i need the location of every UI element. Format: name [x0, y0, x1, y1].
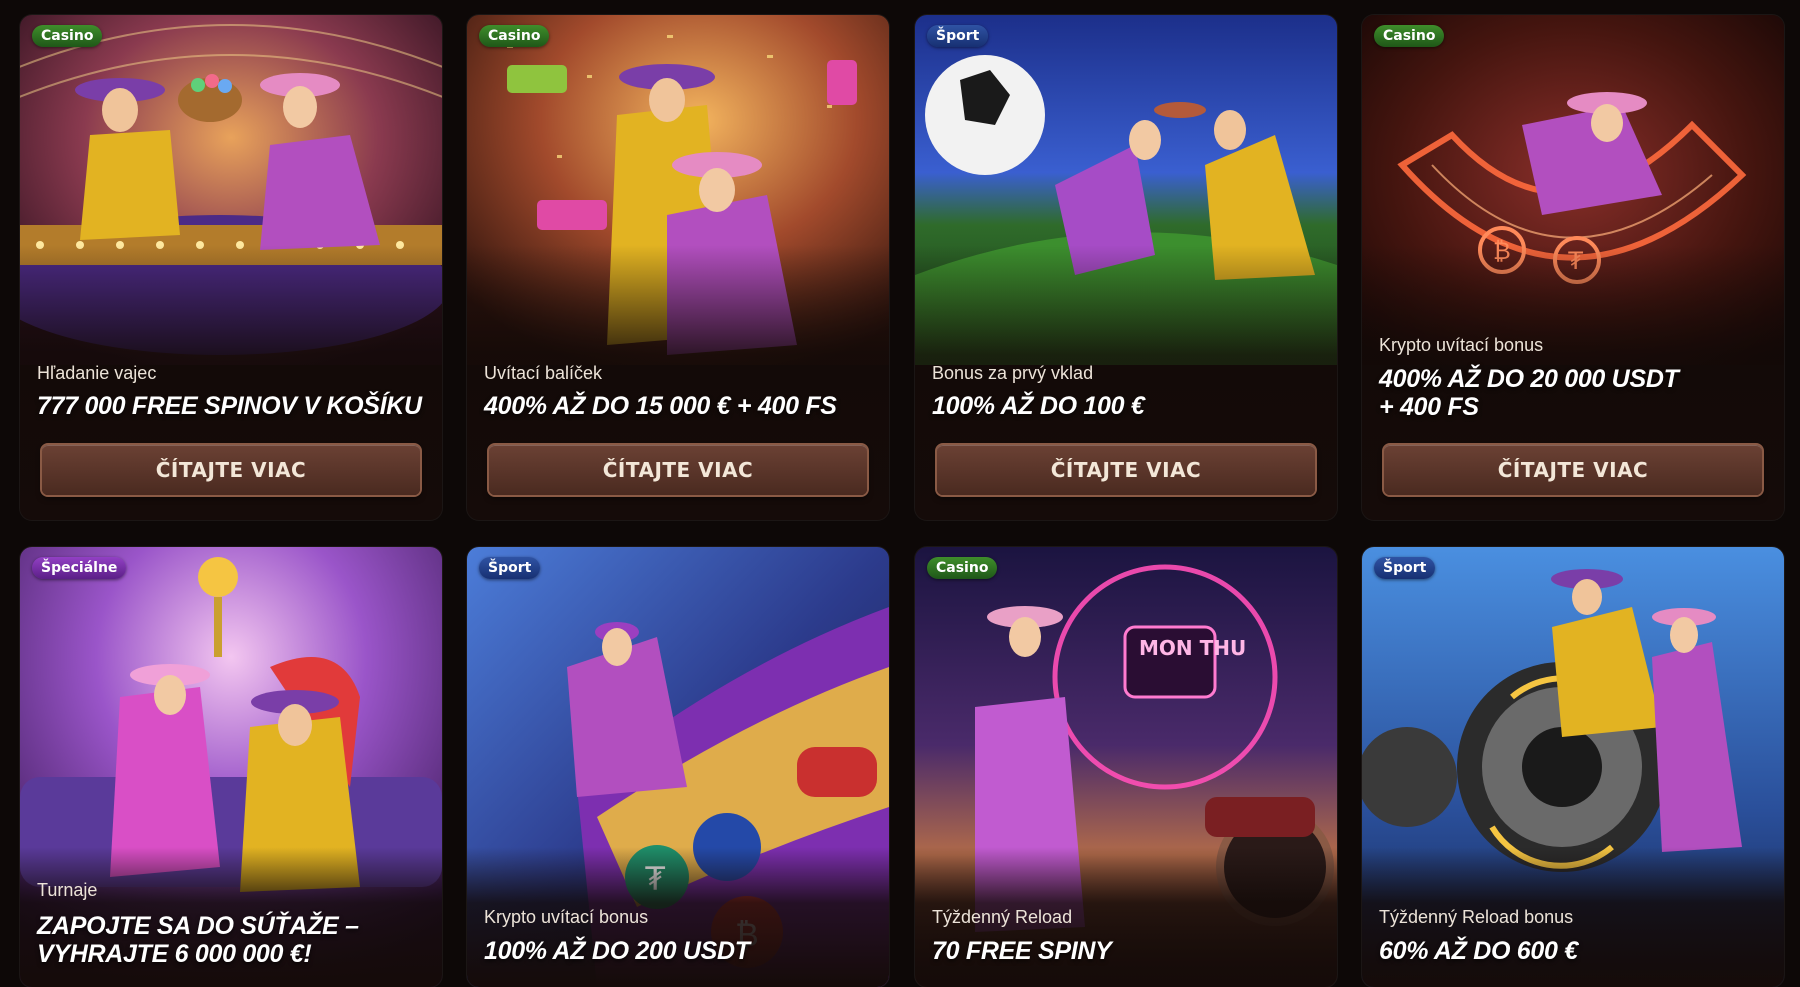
- promo-card-egg-hunt[interactable]: Casino Hľadanie vajec 777 000 FREE SPINO…: [20, 15, 442, 520]
- promo-subtitle: Krypto uvítací bonus: [484, 907, 649, 927]
- neon-sign-text: MON THU: [1139, 636, 1246, 660]
- read-more-button[interactable]: ČÍTAJTE VIAC: [42, 445, 420, 495]
- promo-subtitle: Týždenný Reload: [932, 907, 1073, 927]
- promo-card-crypto-welcome[interactable]: ₿ ₮ Casino Krypto uvítací bonus 400% AŽ …: [1362, 15, 1784, 520]
- promo-subtitle: Krypto uvítací bonus: [1379, 335, 1544, 355]
- promo-headline: 70 FREE SPINY: [932, 937, 1112, 965]
- promo-headline: 400% AŽ DO 20 000 USDT + 400 FS: [1379, 365, 1770, 421]
- read-more-button[interactable]: ČÍTAJTE VIAC: [937, 445, 1315, 495]
- promo-subtitle: Bonus za prvý vklad: [932, 363, 1094, 383]
- promo-headline: 777 000 FREE SPINOV V KOŠÍKU: [37, 392, 422, 420]
- promo-card-sport-crypto-welcome[interactable]: ₮ ₿ Šport Krypto uvítací bonus 100% AŽ D…: [467, 547, 889, 987]
- promo-headline-line: 400% AŽ DO 20 000 USDT: [1379, 365, 1679, 393]
- promo-headline: 100% AŽ DO 100 €: [932, 392, 1145, 420]
- promo-headline: 400% AŽ DO 15 000 € + 400 FS: [484, 392, 837, 420]
- category-badge: Šport: [927, 25, 989, 47]
- promotions-grid: Casino Hľadanie vajec 777 000 FREE SPINO…: [20, 15, 1800, 987]
- category-badge: Casino: [32, 25, 103, 47]
- promo-headline: ZAPOJTE SA DO SÚŤAŽE – VYHRAJTE 6 000 00…: [37, 912, 428, 968]
- promo-card-first-deposit[interactable]: Šport Bonus za prvý vklad 100% AŽ DO 100…: [915, 15, 1337, 520]
- promo-headline-line: ZAPOJTE SA DO SÚŤAŽE –: [37, 912, 359, 940]
- category-badge: Špeciálne: [32, 557, 127, 579]
- promo-card-weekly-reload[interactable]: MON THU Casino Týždenný Reload 70 FREE S…: [915, 547, 1337, 987]
- promo-card-welcome-package[interactable]: Casino Uvítací balíček 400% AŽ DO 15 000…: [467, 15, 889, 520]
- category-badge: Casino: [927, 557, 998, 579]
- promo-subtitle: Turnaje: [37, 880, 98, 900]
- category-badge: Šport: [479, 557, 541, 579]
- read-more-button[interactable]: ČÍTAJTE VIAC: [1384, 445, 1762, 495]
- promo-card-tournaments[interactable]: Špeciálne Turnaje ZAPOJTE SA DO SÚŤAŽE –…: [20, 547, 442, 987]
- promo-headline-line: VYHRAJTE 6 000 000 €!: [37, 940, 312, 968]
- promo-headline: 60% AŽ DO 600 €: [1379, 937, 1578, 965]
- promo-subtitle: Hľadanie vajec: [37, 363, 157, 383]
- promo-subtitle: Týždenný Reload bonus: [1379, 907, 1574, 927]
- promo-headline-line: + 400 FS: [1379, 393, 1479, 421]
- promo-subtitle: Uvítací balíček: [484, 363, 603, 383]
- read-more-button[interactable]: ČÍTAJTE VIAC: [489, 445, 867, 495]
- promo-card-weekly-reload-bonus[interactable]: Šport Týždenný Reload bonus 60% AŽ DO 60…: [1362, 547, 1784, 987]
- category-badge: Casino: [479, 25, 550, 47]
- promo-headline: 100% AŽ DO 200 USDT: [484, 937, 750, 965]
- category-badge: Šport: [1374, 557, 1436, 579]
- category-badge: Casino: [1374, 25, 1445, 47]
